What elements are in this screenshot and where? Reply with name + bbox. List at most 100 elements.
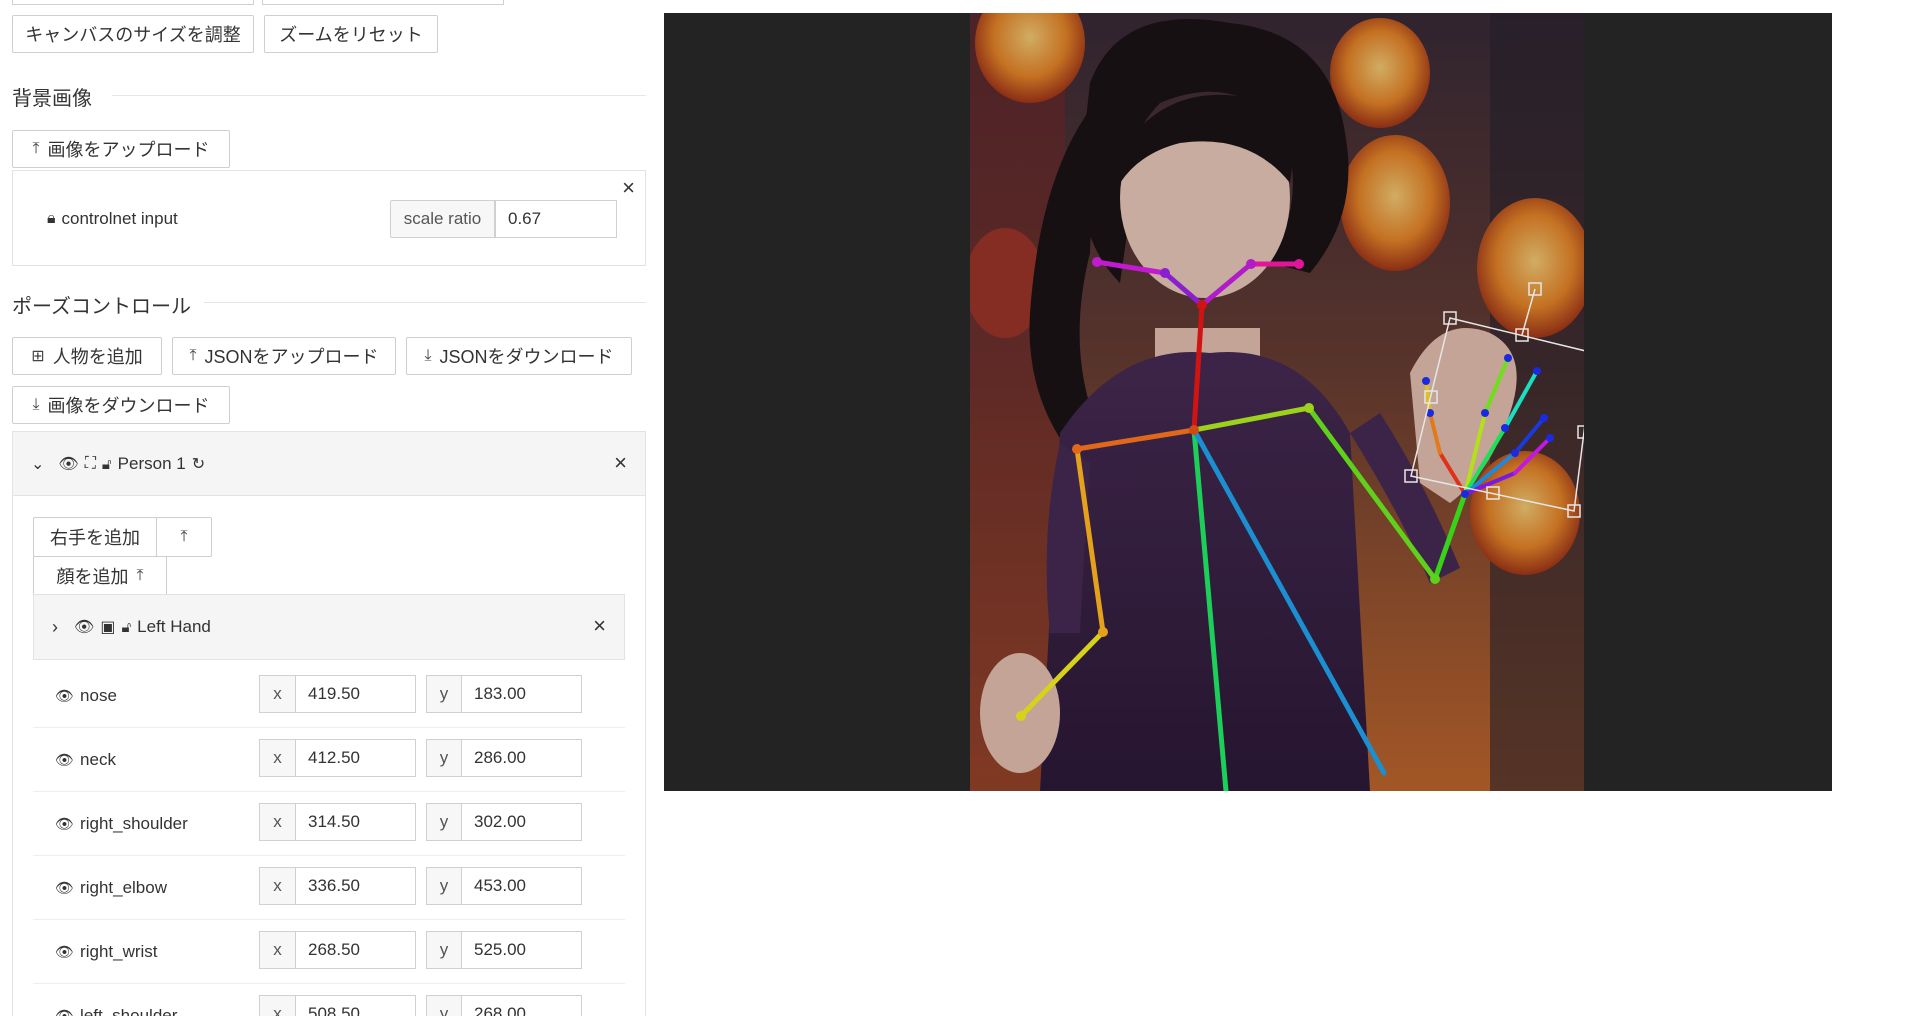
keypoint-name: right_shoulder (80, 814, 188, 833)
x-input[interactable]: 314.50 (296, 803, 416, 841)
hand-keypoint[interactable] (1504, 354, 1512, 362)
x-input[interactable]: 412.50 (296, 739, 416, 777)
refresh-icon[interactable]: ↻ (192, 454, 205, 474)
keypoint-left-elbow[interactable] (1430, 574, 1440, 584)
focus-icon[interactable]: ▣ (100, 617, 115, 637)
y-addon: y (426, 995, 462, 1016)
x-input[interactable]: 508.50 (296, 995, 416, 1016)
download-json-button[interactable]: ⤓ JSONをダウンロード (406, 337, 632, 375)
keypoint-right-elbow[interactable] (1098, 627, 1108, 637)
eye-icon[interactable]: 👁︎ (55, 751, 74, 769)
left-hand-header-row: › 👁︎ ▣ 🔓︎ Left Hand (52, 615, 211, 639)
x-input[interactable]: 419.50 (296, 675, 416, 713)
chevron-down-icon[interactable]: ⌄ (31, 454, 44, 474)
close-icon[interactable]: × (614, 450, 627, 476)
x-label: x (273, 940, 282, 959)
limb-eye-ear-r (1094, 259, 1168, 276)
hand-bone (1503, 369, 1539, 430)
y-label: y (439, 876, 449, 895)
download-image-button[interactable]: ⤓ 画像をダウンロード (12, 386, 230, 424)
background-image (970, 13, 1584, 791)
y-label: y (439, 1004, 449, 1016)
hand-keypoint[interactable] (1501, 424, 1509, 432)
scale-ratio-input[interactable]: 0.67 (495, 200, 617, 238)
y-input[interactable]: 453.00 (462, 867, 582, 905)
y-input[interactable]: 525.00 (462, 931, 582, 969)
add-person-button[interactable]: ⊞ 人物を追加 (12, 337, 162, 375)
hand-keypoint[interactable] (1481, 409, 1489, 417)
rotate-handle-line (1521, 288, 1536, 336)
keypoint-right-ear[interactable] (1092, 257, 1102, 267)
eye-icon[interactable]: 👁︎ (58, 454, 78, 474)
add-right-hand-button[interactable]: 右手を追加 (33, 517, 157, 557)
chevron-right-icon[interactable]: › (52, 617, 58, 638)
x-value: 412.50 (308, 748, 360, 767)
eye-icon[interactable]: 👁︎ (55, 815, 74, 833)
limb-rshoulder-relbow (1074, 446, 1106, 635)
scale-ratio-label: scale ratio (403, 209, 482, 228)
x-input[interactable]: 268.50 (296, 931, 416, 969)
keypoint-left-shoulder[interactable] (1304, 403, 1314, 413)
focus-icon[interactable]: ⛶ (85, 455, 96, 473)
pose-skeleton[interactable] (970, 13, 1584, 791)
eye-icon[interactable]: 👁︎ (55, 943, 74, 961)
hand-keypoint[interactable] (1461, 490, 1469, 498)
background-section-title: 背景画像 (12, 82, 92, 110)
x-label: x (273, 812, 282, 831)
keypoint-name: left_shoulder (80, 1006, 178, 1016)
eye-icon[interactable]: 👁︎ (55, 1007, 74, 1016)
keypoint-right-eye[interactable] (1160, 268, 1170, 278)
keypoint-label: 👁︎ right_elbow (55, 876, 167, 900)
hand-bone (1428, 411, 1442, 455)
y-value: 183.00 (474, 684, 526, 703)
keypoint-list: 👁︎ nose x 419.50 y 183.00 👁︎ neck x 412.… (13, 664, 645, 1016)
eye-icon[interactable]: 👁︎ (55, 879, 74, 897)
top-partial-field-2[interactable] (262, 0, 504, 5)
pose-canvas[interactable] (664, 13, 1832, 791)
y-input[interactable]: 302.00 (462, 803, 582, 841)
eye-icon[interactable]: 👁︎ (74, 617, 94, 637)
unlock-icon[interactable]: 🔓︎ (102, 456, 112, 473)
add-face-button[interactable]: 顔を追加 ⤒ (33, 556, 167, 596)
upload-right-hand-button[interactable]: ⤒ (156, 517, 212, 557)
y-value: 286.00 (474, 748, 526, 767)
hand-keypoint[interactable] (1422, 377, 1430, 385)
background-layer-label: controlnet input (61, 209, 178, 228)
y-label: y (439, 812, 449, 831)
top-partial-field-1[interactable] (12, 0, 254, 5)
eye-icon[interactable]: 👁︎ (55, 687, 74, 705)
keypoint-right-wrist[interactable] (1016, 711, 1026, 721)
y-input[interactable]: 268.00 (462, 995, 582, 1016)
x-input[interactable]: 336.50 (296, 867, 416, 905)
hand-keypoint[interactable] (1533, 367, 1541, 375)
hand-keypoint[interactable] (1540, 414, 1548, 422)
upload-json-button[interactable]: ⤒ JSONをアップロード (172, 337, 396, 375)
x-label: x (273, 1004, 282, 1016)
keypoint-left-ear[interactable] (1294, 259, 1304, 269)
hand-bone (1438, 451, 1467, 496)
hand-bone (1483, 356, 1510, 415)
lock-icon[interactable]: 🔒︎ (47, 210, 56, 228)
hand-keypoint[interactable] (1546, 434, 1554, 442)
keypoint-neck[interactable] (1189, 425, 1199, 435)
resize-canvas-button[interactable]: キャンバスのサイズを調整 (12, 15, 254, 53)
scale-ratio-value: 0.67 (508, 209, 542, 228)
unlock-icon[interactable]: 🔓︎ (121, 619, 131, 636)
close-icon[interactable]: × (622, 175, 635, 201)
close-icon[interactable]: × (593, 613, 606, 639)
keypoint-nose[interactable] (1197, 300, 1207, 310)
add-face-label: 顔を追加 (56, 567, 129, 587)
keypoint-name: right_wrist (80, 942, 158, 961)
reset-zoom-button[interactable]: ズームをリセット (264, 15, 438, 53)
download-json-label: JSONをダウンロード (439, 347, 614, 367)
scale-ratio-addon: scale ratio (390, 200, 495, 238)
upload-background-button[interactable]: ⤒ 画像をアップロード (12, 130, 230, 168)
y-label: y (439, 748, 449, 767)
keypoint-right-shoulder[interactable] (1072, 444, 1082, 454)
hand-keypoint[interactable] (1511, 449, 1519, 457)
pose-section-title-text: ポーズコントロール (12, 295, 191, 318)
keypoint-left-eye[interactable] (1246, 259, 1256, 269)
y-input[interactable]: 286.00 (462, 739, 582, 777)
keypoint-row: 👁︎ left_shoulder x 508.50 y 268.00 (33, 984, 625, 1016)
y-input[interactable]: 183.00 (462, 675, 582, 713)
